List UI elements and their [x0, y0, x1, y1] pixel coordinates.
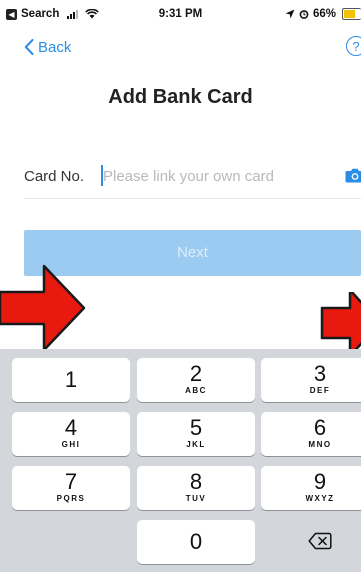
chevron-left-icon	[24, 39, 34, 55]
alarm-icon	[299, 10, 309, 19]
backspace-key[interactable]	[261, 520, 361, 564]
key-3[interactable]: 3 DEF	[261, 358, 361, 402]
status-right: 66%	[285, 8, 361, 20]
red-arrow-left-icon	[0, 264, 86, 352]
key-digit: 1	[64, 367, 78, 392]
key-digit: 3	[313, 361, 327, 386]
key-8[interactable]: 8 TUV	[137, 466, 255, 510]
key-digit: 9	[313, 469, 327, 494]
back-label: Back	[38, 38, 72, 56]
key-letters: MNO	[308, 440, 332, 449]
page-title: Add Bank Card	[108, 86, 253, 108]
key-letters: ABC	[185, 386, 207, 395]
key-7[interactable]: 7 PQRS	[12, 466, 130, 510]
key-9[interactable]: 9 WXYZ	[261, 466, 361, 510]
key-letters: TUV	[185, 494, 207, 503]
key-4[interactable]: 4 GHI	[12, 412, 130, 456]
key-6[interactable]: 6 MNO	[261, 412, 361, 456]
back-button[interactable]: Back	[24, 36, 71, 58]
red-arrow-right-icon	[320, 292, 361, 354]
key-letters: DEF	[309, 386, 331, 395]
key-digit: 6	[313, 415, 327, 440]
key-0[interactable]: 0	[137, 520, 255, 564]
help-icon[interactable]: ?	[346, 36, 361, 56]
key-digit: 4	[64, 415, 78, 440]
key-digit: 8	[189, 469, 203, 494]
key-letters: JKL	[186, 440, 206, 449]
key-letters: WXYZ	[305, 494, 335, 503]
camera-icon[interactable]	[345, 167, 361, 183]
key-digit: 2	[189, 361, 203, 386]
numeric-keypad: 1 2 ABC 3 DEF 4 GHI 5 JKL 6 MNO 7 PQRS 8…	[0, 349, 361, 572]
key-letters: PQRS	[56, 494, 86, 503]
key-digit: 7	[64, 469, 78, 494]
key-2[interactable]: 2 ABC	[137, 358, 255, 402]
backspace-icon	[308, 532, 332, 550]
key-letters: GHI	[61, 440, 81, 449]
location-icon	[285, 9, 295, 19]
field-divider	[24, 198, 361, 199]
card-number-input[interactable]	[103, 163, 335, 189]
status-bar: ◀ Search 9:31 PM 66%	[0, 0, 361, 30]
battery-percent: 66%	[312, 8, 336, 20]
battery-icon	[342, 8, 361, 20]
card-number-label: Card No.	[24, 168, 85, 185]
key-5[interactable]: 5 JKL	[137, 412, 255, 456]
key-digit: 5	[189, 415, 203, 440]
key-1[interactable]: 1	[12, 358, 130, 402]
key-digit: 0	[189, 529, 203, 554]
